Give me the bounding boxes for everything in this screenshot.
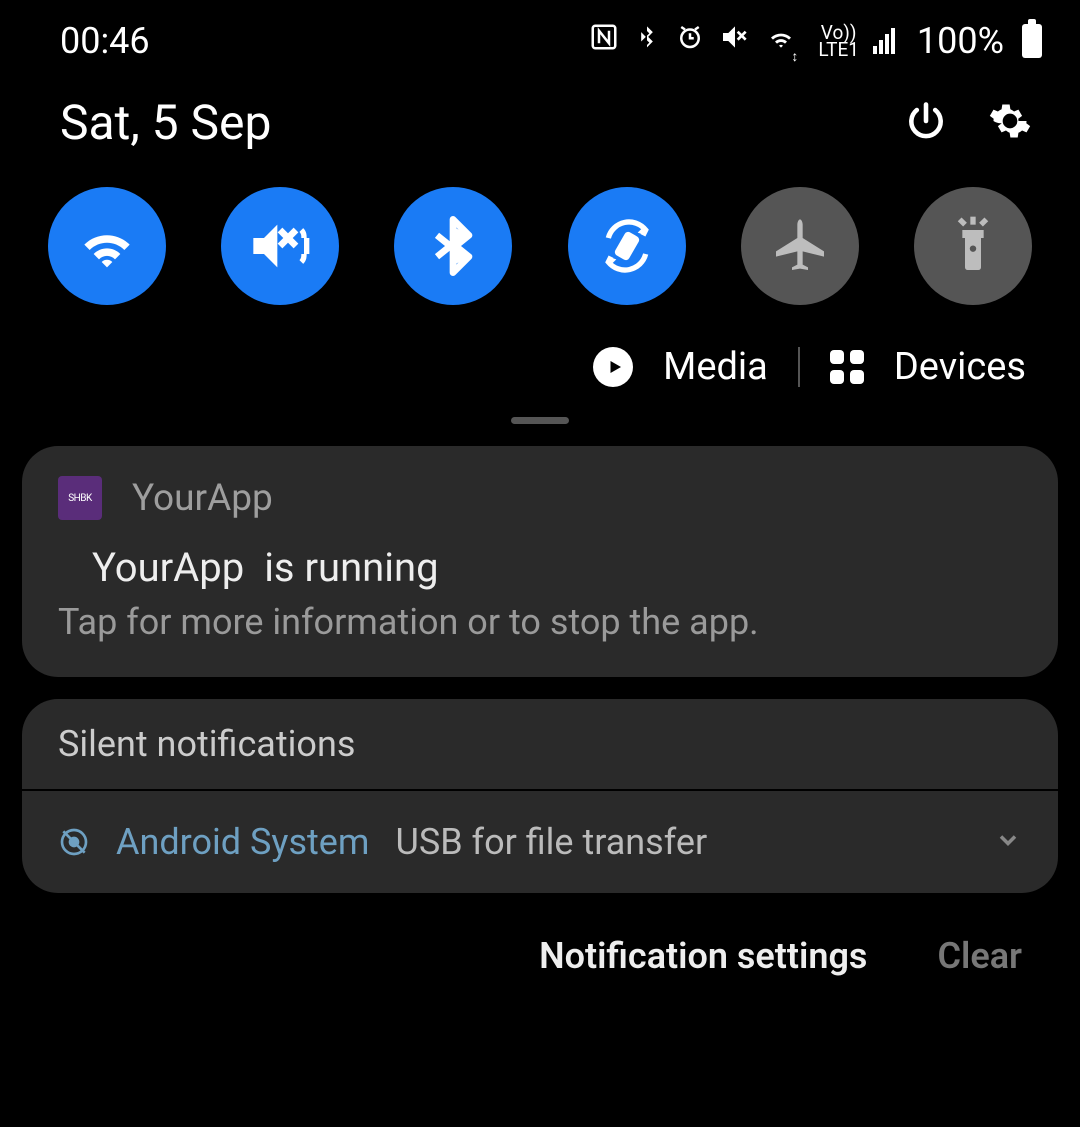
status-icons: ↕ Vo))LTE1 100% [589, 20, 1042, 62]
battery-percent: 100% [917, 20, 1004, 62]
power-icon[interactable] [904, 99, 948, 147]
clear-button[interactable]: Clear [937, 935, 1022, 977]
qs-auto-rotate[interactable] [568, 187, 686, 305]
silent-notification-row[interactable]: Android System USB for file transfer [22, 791, 1058, 893]
media-devices-row: Media Devices [0, 335, 1080, 417]
mute-vibrate-icon [719, 21, 751, 61]
play-icon [593, 347, 633, 387]
qs-flashlight[interactable] [914, 187, 1032, 305]
alarm-icon [675, 22, 705, 60]
signal-icon [873, 28, 895, 54]
footer-actions: Notification settings Clear [0, 893, 1080, 977]
nfc-icon [589, 22, 619, 60]
silent-heading: Silent notifications [22, 699, 1058, 791]
qs-mute-vibrate[interactable] [221, 187, 339, 305]
settings-icon[interactable] [988, 99, 1032, 147]
devices-button[interactable]: Devices [894, 345, 1026, 389]
quick-settings-row [0, 177, 1080, 335]
notification-subtitle: Tap for more information or to stop the … [58, 601, 1022, 643]
qs-bluetooth[interactable] [394, 187, 512, 305]
separator [798, 347, 800, 387]
app-icon: SHBK [58, 476, 102, 520]
battery-icon [1022, 24, 1042, 58]
date-row: Sat, 5 Sep [0, 72, 1080, 177]
wifi-icon: ↕ [765, 21, 804, 61]
silent-notifications-card: Silent notifications Android System USB … [22, 699, 1058, 893]
bluetooth-icon [633, 22, 661, 60]
drag-handle[interactable] [511, 417, 569, 424]
qs-wifi[interactable] [48, 187, 166, 305]
devices-icon [830, 350, 864, 384]
media-button[interactable]: Media [663, 345, 768, 389]
app-name: YourApp [132, 477, 273, 520]
notification-message: USB for file transfer [395, 821, 707, 863]
status-bar: 00:46 ↕ Vo))LTE1 100% [0, 0, 1080, 72]
qs-airplane-mode[interactable] [741, 187, 859, 305]
notification-source: Android System [116, 821, 369, 863]
volte-indicator: Vo))LTE1 [818, 24, 859, 58]
notification-card[interactable]: SHBK YourApp YourApp is running Tap for … [22, 446, 1058, 677]
notification-settings-button[interactable]: Notification settings [539, 935, 867, 977]
android-system-icon [58, 826, 90, 858]
chevron-down-icon[interactable] [994, 826, 1022, 858]
notification-title: YourApp is running [58, 544, 1022, 591]
status-time: 00:46 [60, 20, 150, 62]
date-text: Sat, 5 Sep [60, 94, 271, 151]
